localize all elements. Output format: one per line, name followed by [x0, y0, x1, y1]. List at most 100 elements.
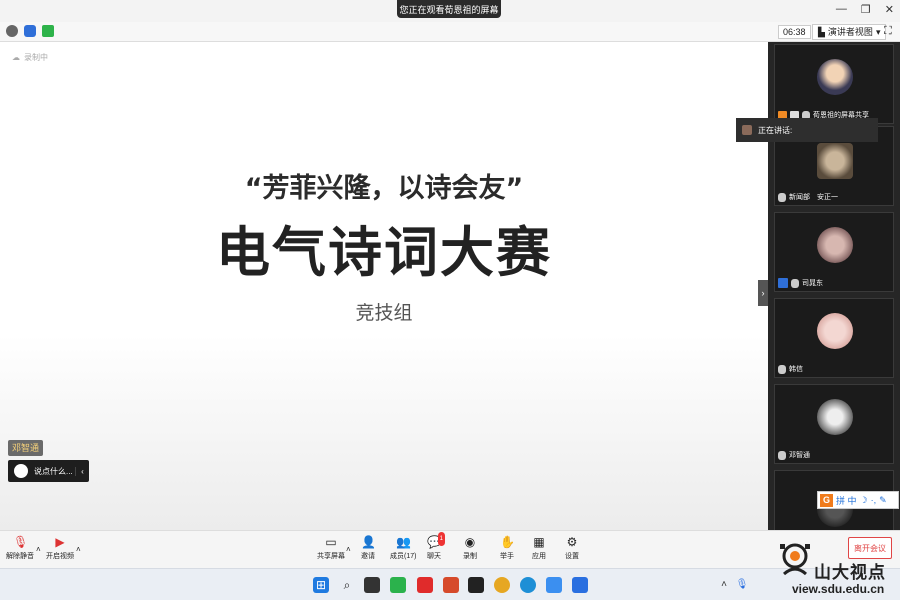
chat-label: 聊天: [427, 553, 441, 560]
quick-chat-input[interactable]: 说点什么... ‹: [8, 460, 89, 482]
moon-icon[interactable]: ☽: [860, 495, 868, 506]
mic-muted-icon: [778, 364, 786, 374]
fullscreen-icon[interactable]: ⛶: [884, 25, 892, 38]
participant-name: 新闻部 安正一: [789, 194, 838, 201]
unmute-label: 解除静音: [6, 553, 34, 560]
shared-screen: ☁ 录制中 “芳菲兴隆，以诗会友” 电气诗词大赛 竞技组 邓智通 说点什么...…: [0, 42, 768, 530]
recording-label: 录制中: [24, 53, 48, 62]
os-taskbar: ⊞ ⌕ ˄ 🎙: [0, 568, 900, 600]
meeting-controls: 🎙 解除静音 ˄ ▶ 开启视频 ˄ ▭ 共享屏幕 ˄ 👤 邀请 👥 成员(17)…: [0, 530, 900, 568]
mic-muted-icon: [778, 192, 786, 202]
punctuation-icon[interactable]: ·,: [871, 495, 877, 505]
slide-title: 电气诗词大赛: [216, 221, 552, 284]
chat-icon: 💬 1: [427, 532, 445, 549]
invite-label: 邀请: [361, 553, 375, 560]
minimize-icon[interactable]: —: [836, 3, 847, 16]
record-label: 录制: [463, 553, 477, 560]
share-screen-button[interactable]: ▭ 共享屏幕: [317, 535, 345, 561]
participant-panel: 荀恩祖的屏幕共享 新闻部 安正一 司晁东 韩信 邓智通: [768, 42, 900, 530]
info-icon[interactable]: [6, 25, 18, 37]
chat-badge: 1: [437, 532, 445, 546]
chevron-up-icon[interactable]: ˄: [716, 577, 732, 593]
mic-muted-icon: 🎙: [13, 535, 29, 549]
watermark: 山大视点 view.sdu.edu.cn: [778, 540, 898, 598]
avatar: [817, 227, 853, 263]
wechat-icon[interactable]: [390, 577, 406, 593]
close-icon[interactable]: ✕: [885, 3, 894, 16]
members-button[interactable]: 👥 成员(17): [390, 535, 416, 561]
ime-mode[interactable]: 拼 中: [836, 494, 857, 507]
avatar: [817, 59, 853, 95]
chevron-up-icon[interactable]: ˄: [76, 545, 81, 554]
active-speaker-indicator: 正在讲话:: [736, 118, 878, 142]
participant-name: 邓智通: [789, 452, 810, 459]
screen-share-banner: 您正在观看荀恩祖的屏幕: [397, 0, 501, 18]
meeting-timer: 06:38: [778, 25, 811, 39]
participant-tile[interactable]: 邓智通: [774, 384, 894, 464]
shield-icon[interactable]: [24, 25, 36, 37]
speaker-avatar: [742, 125, 752, 135]
start-video-button[interactable]: ▶ 开启视频: [46, 535, 74, 561]
apps-button[interactable]: ▦ 应用: [532, 535, 546, 561]
chevron-down-icon: ▾: [875, 27, 881, 37]
members-icon: 👥: [396, 535, 412, 549]
chevron-up-icon[interactable]: ˄: [346, 545, 351, 554]
apps-label: 应用: [532, 553, 546, 560]
chevron-left-icon[interactable]: ‹: [75, 466, 89, 476]
mic-muted-icon: [778, 450, 786, 460]
search-icon[interactable]: ⌕: [339, 577, 355, 593]
video-off-icon: ▶: [55, 535, 65, 549]
participant-tile[interactable]: 韩信: [774, 298, 894, 378]
layout-icon: ▙: [818, 27, 825, 37]
participant-name: 司晁东: [802, 280, 823, 287]
participant-tile[interactable]: 荀恩祖的屏幕共享: [774, 44, 894, 124]
chevron-up-icon[interactable]: ˄: [36, 545, 41, 554]
user-icon: [778, 278, 788, 288]
chat-button[interactable]: 💬 1 聊天: [427, 532, 445, 561]
record-icon: ◉: [464, 535, 476, 549]
signal-icon[interactable]: [42, 25, 54, 37]
qq-icon[interactable]: [468, 577, 484, 593]
edge-icon[interactable]: [520, 577, 536, 593]
avatar: [817, 313, 853, 349]
raise-hand-button[interactable]: ✋ 举手: [500, 535, 515, 561]
restore-icon[interactable]: ❐: [861, 3, 871, 16]
app-icon[interactable]: [572, 577, 588, 593]
wrench-icon[interactable]: ✎: [879, 495, 887, 506]
cloud-icon: ☁: [12, 53, 20, 62]
participant-name: 韩信: [789, 366, 803, 373]
raise-hand-label: 举手: [500, 553, 514, 560]
chat-placeholder: 说点什么...: [34, 466, 73, 476]
start-video-label: 开启视频: [46, 553, 74, 560]
participant-tile[interactable]: 司晁东: [774, 212, 894, 292]
tencent-meeting-icon[interactable]: [546, 577, 562, 593]
settings-label: 设置: [565, 553, 579, 560]
record-button[interactable]: ◉ 录制: [463, 535, 477, 561]
watermark-logo-icon: [780, 543, 810, 576]
user-avatar-icon: [14, 464, 28, 478]
monitor-icon: ▭: [325, 535, 337, 549]
chrome-icon[interactable]: [494, 577, 510, 593]
windows-start-icon[interactable]: ⊞: [313, 577, 329, 593]
self-name-tag: 邓智通: [8, 440, 44, 456]
netease-music-icon[interactable]: [417, 577, 433, 593]
window-controls: — ❐ ✕: [836, 3, 894, 16]
collapse-panel-button[interactable]: ›: [758, 280, 768, 306]
watermark-name: 山大视点: [814, 563, 886, 583]
ime-logo-icon: G: [820, 493, 833, 507]
slide-quote: “芳菲兴隆，以诗会友”: [244, 173, 524, 204]
matlab-icon[interactable]: [443, 577, 459, 593]
recording-indicator: ☁ 录制中: [12, 52, 48, 63]
settings-button[interactable]: ⚙ 设置: [565, 535, 579, 561]
watermark-url: view.sdu.edu.cn: [792, 582, 885, 596]
avatar: [817, 399, 853, 435]
unmute-button[interactable]: 🎙 解除静音: [6, 535, 34, 561]
add-user-icon: 👤: [361, 535, 376, 549]
ime-toolbar[interactable]: G 拼 中 ☽ ·, ✎: [817, 491, 899, 509]
slide-subtitle: 竞技组: [355, 302, 413, 324]
task-view-icon[interactable]: [364, 577, 380, 593]
invite-button[interactable]: 👤 邀请: [361, 535, 376, 561]
apps-grid-icon: ▦: [533, 535, 545, 549]
mic-tray-icon[interactable]: 🎙: [734, 577, 750, 593]
view-mode-button[interactable]: ▙ 演讲者视图 ▾: [812, 24, 887, 40]
